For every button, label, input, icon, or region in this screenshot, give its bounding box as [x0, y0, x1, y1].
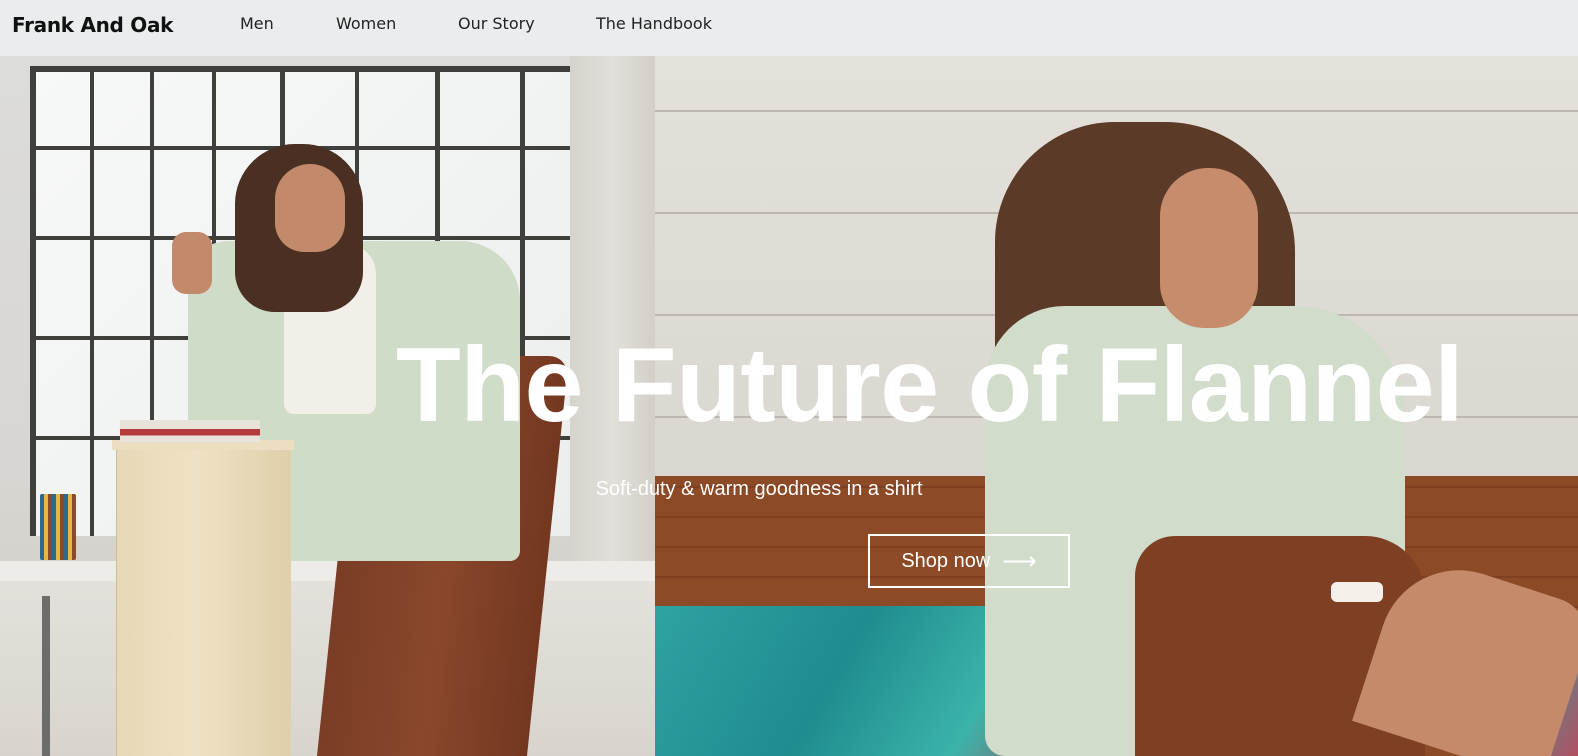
hero-title: The Future of Flannel: [396, 326, 1464, 444]
arrow-right-icon: ⟶: [1002, 547, 1037, 575]
nav-link-women[interactable]: Women: [336, 14, 396, 33]
stacked-books: [120, 420, 260, 442]
nav-link-our-story[interactable]: Our Story: [458, 14, 535, 33]
shop-now-label: Shop now: [901, 549, 991, 572]
model-hand: [172, 232, 212, 294]
brand-logo[interactable]: Frank And Oak: [12, 13, 173, 37]
desk-leg: [42, 596, 50, 756]
nav-link-the-handbook[interactable]: The Handbook: [596, 14, 712, 33]
window-ledge: [0, 561, 655, 581]
nav-link-men[interactable]: Men: [240, 14, 274, 33]
top-navigation: Frank And Oak Men Women Our Story The Ha…: [0, 0, 1578, 56]
hero-subtitle-wrap: Soft-duty & warm goodness in a shirt: [0, 478, 1578, 501]
wristwatch: [1331, 582, 1383, 602]
hero-subtitle: Soft-duty & warm goodness in a shirt: [595, 478, 923, 500]
hero-banner: The Future of Flannel Soft-duty & warm g…: [0, 56, 1578, 756]
pencil-cup: [40, 494, 76, 560]
model-face: [275, 164, 345, 252]
shop-now-button[interactable]: Shop now ⟶: [868, 534, 1070, 588]
model-face: [1160, 168, 1258, 328]
